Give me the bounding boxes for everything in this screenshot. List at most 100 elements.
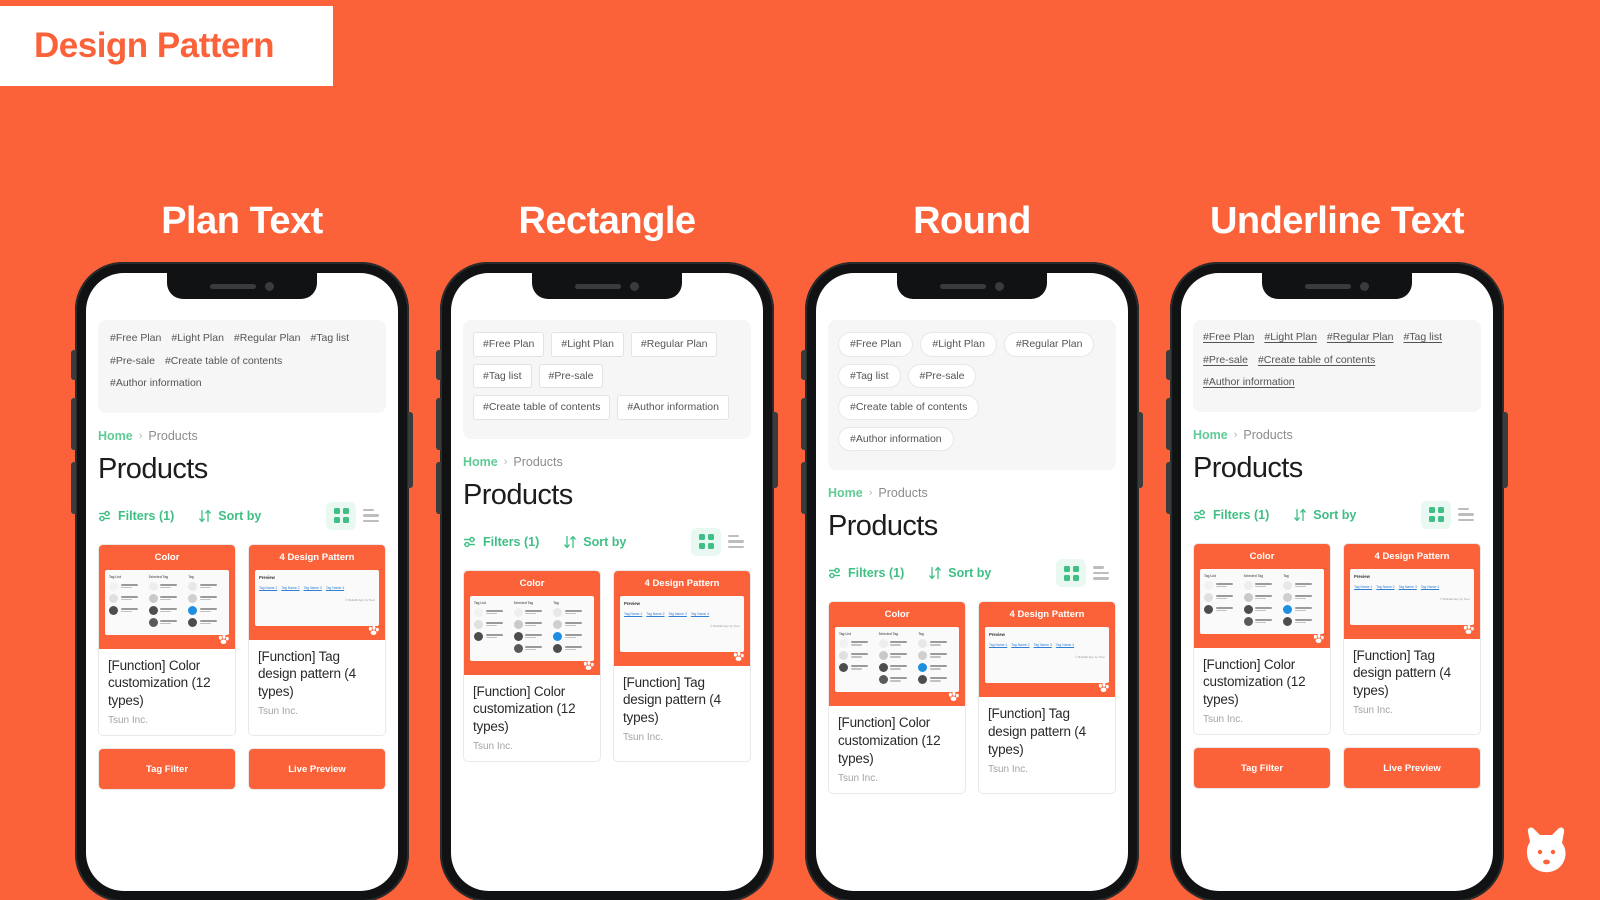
tag-row: #Free Plan #Light Plan #Regular Plan #Ta… — [110, 333, 374, 401]
list-view-button[interactable] — [1086, 559, 1116, 587]
product-card[interactable]: Color Tag List Selected Tag Tag [Functio… — [463, 569, 601, 763]
tag-chip[interactable]: #Create table of contents — [1258, 354, 1375, 366]
filters-button[interactable]: Filters (1) — [1193, 508, 1269, 522]
product-card[interactable]: Color Tag List Selected Tag Tag [Functio… — [98, 543, 236, 737]
tag-panel: #Free Plan #Light Plan #Regular Plan #Ta… — [463, 320, 751, 439]
phone-button-power[interactable] — [1503, 412, 1508, 488]
tag-chip[interactable]: #Regular Plan — [1327, 332, 1394, 343]
phone-button-volume-up[interactable] — [1166, 398, 1171, 450]
phone-button-volume-down[interactable] — [71, 462, 76, 514]
breadcrumb-home-link[interactable]: Home — [1193, 428, 1228, 442]
sort-by-button[interactable]: Sort by — [928, 566, 991, 580]
tag-chip[interactable]: #Author information — [110, 378, 202, 389]
color-swatch — [553, 643, 563, 653]
tag-chip[interactable]: #Light Plan — [551, 332, 624, 357]
tag-chip[interactable]: #Pre-sale — [110, 355, 155, 367]
tag-chip[interactable]: #Regular Plan — [234, 333, 301, 344]
phone-button-power[interactable] — [1138, 412, 1143, 488]
tag-chip[interactable]: #Light Plan — [920, 332, 997, 357]
phone-button-volume-down[interactable] — [801, 462, 806, 514]
tag-chip[interactable]: #Free Plan — [473, 332, 545, 357]
phone-screen: #Free Plan #Light Plan #Regular Plan #Ta… — [451, 273, 763, 891]
list-view-button[interactable] — [356, 502, 386, 530]
breadcrumb-home-link[interactable]: Home — [828, 486, 863, 500]
preview-tag: Tag Name 3 — [1398, 584, 1417, 589]
color-swatch — [513, 607, 523, 617]
tag-chip[interactable]: #Author information — [838, 426, 954, 451]
tag-chip[interactable]: #Light Plan — [1264, 332, 1317, 343]
tag-chip[interactable]: #Tag list — [1403, 332, 1442, 343]
product-thumbnail: Tag Filter — [99, 749, 235, 790]
color-swatch — [148, 593, 158, 603]
phone-button-volume-up[interactable] — [436, 398, 441, 450]
product-card[interactable]: Tag Filter — [1193, 747, 1331, 790]
tag-chip[interactable]: #Pre-sale — [907, 363, 977, 388]
product-card[interactable]: 4 Design Pattern Preview Tag Name 1 Tag … — [978, 601, 1116, 794]
phone-button-mute[interactable] — [436, 350, 441, 380]
breadcrumb-home-link[interactable]: Home — [463, 455, 498, 469]
title-banner: Design Pattern — [0, 6, 333, 86]
phone-button-volume-up[interactable] — [71, 398, 76, 450]
tag-chip[interactable]: #Tag list — [310, 333, 349, 344]
product-card[interactable]: 4 Design Pattern Preview Tag Name 1 Tag … — [1343, 542, 1481, 736]
paw-logo-icon — [948, 692, 959, 701]
grid-view-button[interactable] — [1056, 559, 1086, 587]
tag-chip[interactable]: #Free Plan — [110, 333, 161, 344]
swatch-label — [1215, 606, 1233, 612]
swatch-row — [1204, 592, 1241, 602]
tag-chip[interactable]: #Pre-sale — [538, 363, 604, 388]
tag-chip[interactable]: #Author information — [617, 395, 729, 420]
tag-chip[interactable]: #Create table of contents — [838, 395, 980, 420]
list-view-button[interactable] — [721, 528, 751, 556]
swatch-label — [120, 607, 138, 613]
tag-chip[interactable]: #Tag list — [473, 363, 532, 388]
breadcrumb-home-link[interactable]: Home — [98, 429, 133, 443]
filters-button[interactable]: Filters (1) — [463, 535, 539, 549]
tag-chip[interactable]: #Author information — [1203, 377, 1295, 388]
phone-button-mute[interactable] — [801, 350, 806, 380]
phone-button-mute[interactable] — [1166, 350, 1171, 380]
color-swatch — [1204, 592, 1213, 602]
tag-chip[interactable]: #Pre-sale — [1203, 354, 1248, 366]
product-card[interactable]: Color Tag List Selected Tag Tag [Functio… — [1193, 542, 1331, 736]
swatch-column: Tag — [188, 575, 225, 630]
color-swatch — [553, 631, 563, 641]
thumbnail-inner: Tag List Selected Tag Tag — [470, 595, 594, 661]
tag-chip[interactable]: #Free Plan — [1203, 332, 1254, 343]
tag-chip[interactable]: #Tag list — [838, 363, 901, 388]
tag-chip[interactable]: #Free Plan — [838, 332, 914, 357]
tag-chip[interactable]: #Create table of contents — [165, 355, 282, 367]
swatch-row — [513, 631, 551, 641]
thumbnail-inner: Preview Tag Name 1 Tag Name 2 Tag Name 3… — [620, 595, 744, 652]
grid-view-button[interactable] — [326, 501, 356, 530]
phone-button-power[interactable] — [408, 412, 413, 488]
product-card[interactable]: Live Preview — [1343, 747, 1481, 790]
product-card[interactable]: 4 Design Pattern Preview Tag Name 1 Tag … — [248, 543, 386, 737]
list-view-button[interactable] — [1451, 501, 1481, 529]
tag-chip[interactable]: #Create table of contents — [473, 395, 611, 420]
phone-button-volume-up[interactable] — [801, 398, 806, 450]
phone-button-volume-down[interactable] — [436, 462, 441, 514]
swatch-label — [1294, 594, 1312, 600]
product-card[interactable]: 4 Design Pattern Preview Tag Name 1 Tag … — [613, 569, 751, 763]
tag-chip[interactable]: #Light Plan — [171, 333, 224, 344]
phone-button-mute[interactable] — [71, 350, 76, 380]
product-card[interactable]: Tag Filter — [98, 748, 236, 791]
sort-by-button[interactable]: Sort by — [198, 509, 261, 523]
phone-button-power[interactable] — [773, 412, 778, 488]
tag-chip[interactable]: #Regular Plan — [1003, 332, 1095, 357]
filters-button[interactable]: Filters (1) — [828, 566, 904, 580]
grid-view-button[interactable] — [691, 527, 721, 556]
product-card-body: [Function] Color customization (12 types… — [464, 675, 600, 762]
tag-chip[interactable]: #Regular Plan — [630, 332, 718, 357]
preview-header: Preview — [989, 632, 1005, 637]
sort-by-button[interactable]: Sort by — [563, 535, 626, 549]
product-card[interactable]: Live Preview — [248, 748, 386, 791]
grid-view-button[interactable] — [1421, 500, 1451, 529]
sort-by-button[interactable]: Sort by — [1293, 508, 1356, 522]
filters-button[interactable]: Filters (1) — [98, 509, 174, 523]
product-card[interactable]: Color Tag List Selected Tag Tag [Functio… — [828, 601, 966, 794]
filters-label: Filters (1) — [483, 534, 540, 549]
phone-button-volume-down[interactable] — [1166, 462, 1171, 514]
swatch-row — [148, 593, 186, 603]
